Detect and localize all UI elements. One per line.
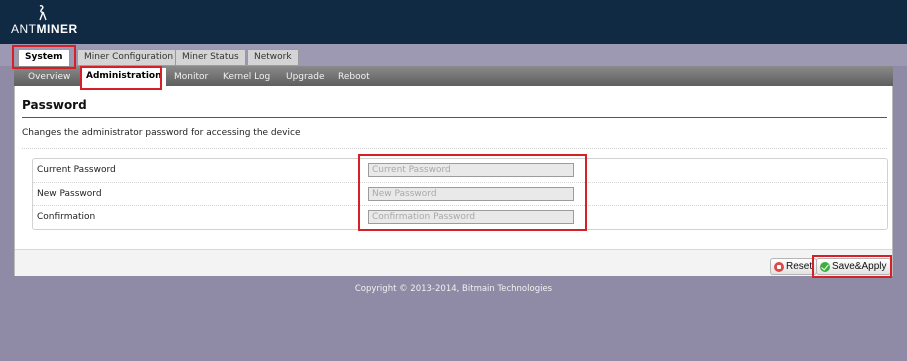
title-divider (22, 117, 887, 118)
tab-miner-configuration[interactable]: Miner Configuration (77, 49, 181, 65)
subtab-overview[interactable]: Overview (24, 69, 74, 86)
action-bar: Reset Save&Apply (15, 250, 892, 276)
form-row-current-password: Current Password (33, 159, 887, 182)
footer-copyright: Copyright © 2013-2014, Bitmain Technolog… (354, 284, 553, 294)
form-row-confirmation: Confirmation (33, 205, 887, 228)
page-description: Changes the administrator password for a… (22, 128, 301, 138)
password-fieldset: Current Password New Password Confirmati… (32, 158, 888, 230)
tab-miner-status[interactable]: Miner Status (175, 49, 246, 65)
save-apply-icon (820, 261, 830, 272)
tab-network[interactable]: Network (247, 49, 299, 65)
subtab-upgrade[interactable]: Upgrade (282, 69, 328, 86)
content-panel: Password Changes the administrator passw… (14, 86, 893, 276)
logo-text-light: ANT (11, 22, 37, 36)
save-apply-button-label: Save&Apply (832, 261, 887, 272)
description-divider (22, 148, 887, 149)
logo-text-bold: MINER (36, 22, 78, 36)
top-tab-bar: System Miner Configuration Miner Status … (0, 44, 907, 67)
reset-button-label: Reset (786, 261, 813, 272)
top-header: ANTMINER (0, 0, 907, 44)
new-password-label: New Password (37, 189, 102, 199)
confirmation-password-input[interactable] (368, 210, 574, 224)
subtab-kernel-log[interactable]: Kernel Log (219, 69, 274, 86)
antminer-logo-icon (39, 5, 47, 21)
form-row-new-password: New Password (33, 182, 887, 205)
new-password-input[interactable] (368, 187, 574, 201)
save-apply-button[interactable]: Save&Apply (816, 258, 892, 275)
logo-text: ANTMINER (11, 22, 78, 36)
subtab-monitor[interactable]: Monitor (170, 69, 212, 86)
antminer-logo: ANTMINER (6, 2, 78, 42)
reset-button[interactable]: Reset (770, 258, 818, 275)
current-password-input[interactable] (368, 163, 574, 177)
tab-system[interactable]: System (18, 49, 70, 67)
sub-tab-bar: Overview Administration Monitor Kernel L… (14, 66, 893, 86)
current-password-label: Current Password (37, 165, 116, 175)
subtab-reboot[interactable]: Reboot (334, 69, 374, 86)
subtab-administration[interactable]: Administration (82, 68, 166, 86)
reset-icon (774, 261, 784, 272)
confirmation-label: Confirmation (37, 212, 96, 222)
page-title: Password (22, 98, 87, 112)
